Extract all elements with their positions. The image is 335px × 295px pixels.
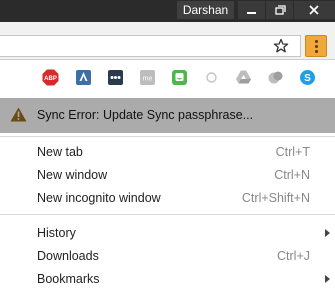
restore-icon	[275, 5, 286, 15]
google-drive-icon[interactable]	[235, 69, 252, 86]
submenu-arrow-icon	[325, 275, 330, 283]
svg-text:ABP: ABP	[44, 76, 57, 82]
sync-error-item[interactable]: Sync Error: Update Sync passphrase...	[0, 98, 335, 133]
close-button[interactable]	[294, 1, 335, 19]
bookmarks-label: Bookmarks	[37, 272, 100, 286]
ext-me-icon[interactable]: me	[139, 69, 156, 86]
chrome-menu-button[interactable]	[305, 35, 327, 57]
menu-item-new-incognito-window[interactable]: New incognito window Ctrl+Shift+N	[0, 187, 335, 210]
menu-item-new-tab[interactable]: New tab Ctrl+T	[0, 141, 335, 164]
menu-dot	[315, 45, 318, 48]
new-incognito-shortcut: Ctrl+Shift+N	[241, 191, 310, 205]
new-incognito-label: New incognito window	[37, 191, 161, 205]
menu-item-bookmarks[interactable]: Bookmarks	[0, 268, 335, 291]
ext-green-smile-icon[interactable]	[171, 69, 188, 86]
title-bar: Darshan	[0, 0, 335, 22]
menu-dot	[315, 50, 318, 53]
ext-grey-icon[interactable]	[267, 69, 284, 86]
ext-dots-icon[interactable]	[107, 69, 124, 86]
downloads-shortcut: Ctrl+J	[277, 249, 310, 263]
new-window-shortcut: Ctrl+N	[274, 168, 310, 182]
skype-icon[interactable]: S	[299, 69, 316, 86]
ext-blue-a-icon[interactable]	[75, 69, 92, 86]
menu-item-downloads[interactable]: Downloads Ctrl+J	[0, 245, 335, 268]
menu-item-new-window[interactable]: New window Ctrl+N	[0, 164, 335, 187]
menu-divider	[0, 136, 335, 137]
new-tab-shortcut: Ctrl+T	[275, 145, 310, 159]
extension-icon-row: ABP me S	[0, 60, 335, 96]
new-window-label: New window	[37, 168, 108, 182]
close-icon	[309, 5, 319, 15]
downloads-label: Downloads	[37, 249, 99, 263]
warning-icon	[10, 107, 27, 122]
adblock-plus-icon[interactable]: ABP	[42, 69, 59, 86]
submenu-arrow-icon	[325, 229, 330, 237]
bookmark-star-icon[interactable]	[273, 38, 289, 54]
new-tab-label: New tab	[37, 145, 83, 159]
address-bar[interactable]	[0, 35, 301, 57]
svg-text:S: S	[304, 73, 311, 84]
profile-button[interactable]: Darshan	[177, 1, 234, 19]
ext-circle-icon[interactable]	[203, 69, 220, 86]
minimize-button[interactable]	[238, 1, 265, 19]
menu-item-history[interactable]: History	[0, 222, 335, 245]
menu-divider	[0, 214, 335, 215]
minimize-icon	[247, 12, 256, 14]
menu-dot	[315, 40, 318, 43]
svg-text:me: me	[143, 76, 153, 83]
history-label: History	[37, 226, 76, 240]
restore-button[interactable]	[266, 1, 293, 19]
sync-error-label: Sync Error: Update Sync passphrase...	[37, 108, 254, 122]
